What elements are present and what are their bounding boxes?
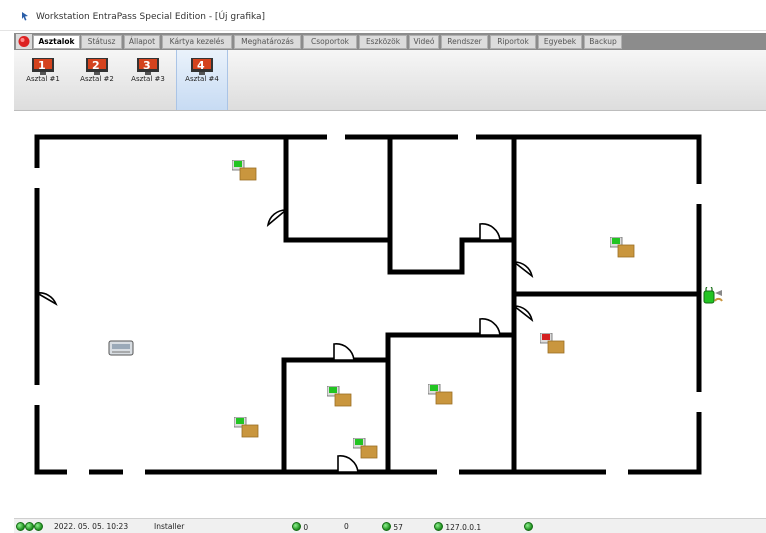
desktop-button-2[interactable]: 2 Asztal #2 bbox=[72, 50, 122, 110]
app-icon bbox=[22, 12, 28, 21]
tab-csoportok[interactable]: Csoportok bbox=[303, 35, 357, 49]
windows bbox=[34, 134, 702, 475]
door-status-icon[interactable] bbox=[428, 384, 454, 406]
tab-allapot[interactable]: Állapot bbox=[124, 35, 160, 49]
status-bar: 2022. 05. 05. 10:23 Installer 0 0 57 127… bbox=[14, 518, 766, 533]
desktop-1-icon: 1 bbox=[32, 58, 54, 75]
door-status-icon[interactable] bbox=[234, 417, 260, 439]
svg-text:3: 3 bbox=[143, 59, 151, 72]
led-icon bbox=[292, 522, 301, 531]
svg-text:1: 1 bbox=[38, 59, 46, 72]
title-bar: Workstation EntraPass Special Edition - … bbox=[0, 0, 766, 31]
tab-statusz[interactable]: Státusz bbox=[81, 35, 122, 49]
tab-kartya-kezeles[interactable]: Kártya kezelés bbox=[162, 35, 232, 49]
connection-leds bbox=[16, 522, 43, 532]
walls bbox=[34, 134, 702, 475]
floorplan-canvas[interactable] bbox=[14, 111, 766, 517]
svg-text:2: 2 bbox=[92, 59, 100, 72]
door-status-icon[interactable] bbox=[232, 160, 258, 182]
desktop-2-icon: 2 bbox=[86, 58, 108, 75]
desktop-2-label: Asztal #2 bbox=[80, 75, 114, 83]
led-icon bbox=[434, 522, 443, 531]
tab-eszkozok[interactable]: Eszközök bbox=[359, 35, 407, 49]
led-icon bbox=[524, 522, 533, 531]
svg-text:4: 4 bbox=[197, 59, 205, 72]
tab-rendszer[interactable]: Rendszer bbox=[441, 35, 488, 49]
desktop-3-icon: 3 bbox=[137, 58, 159, 75]
desktop-button-3[interactable]: 3 Asztal #3 bbox=[123, 50, 173, 110]
desktop-button-4[interactable]: 4 Asztal #4 bbox=[176, 50, 228, 110]
led-icon bbox=[34, 522, 43, 531]
door-status-icon[interactable] bbox=[610, 237, 636, 259]
led-icon bbox=[16, 522, 25, 531]
door-alarm-icon[interactable] bbox=[540, 333, 566, 355]
status-count-a: 0 bbox=[292, 522, 308, 532]
tab-asztalok[interactable]: Asztalok bbox=[33, 35, 80, 49]
door-status-icon[interactable] bbox=[327, 386, 353, 408]
desktop-button-1[interactable]: 1 Asztal #1 bbox=[18, 50, 68, 110]
desktop-4-label: Asztal #4 bbox=[185, 75, 219, 83]
status-ip-value: 127.0.0.1 bbox=[445, 523, 482, 532]
tab-riportok[interactable]: Riportok bbox=[490, 35, 536, 49]
status-user: Installer bbox=[154, 522, 185, 531]
tab-meghatarozas[interactable]: Meghatározás bbox=[234, 35, 301, 49]
tab-video[interactable]: Videó bbox=[409, 35, 439, 49]
status-datetime: 2022. 05. 05. 10:23 bbox=[54, 522, 129, 531]
status-count-c: 57 bbox=[382, 522, 403, 532]
tab-backup[interactable]: Backup bbox=[584, 35, 622, 49]
window-title: Workstation EntraPass Special Edition - … bbox=[36, 12, 266, 22]
door-status-icon[interactable] bbox=[353, 438, 379, 460]
status-ip: 127.0.0.1 bbox=[434, 522, 481, 532]
keypad-icon[interactable] bbox=[108, 339, 134, 357]
desktop-1-label: Asztal #1 bbox=[26, 75, 60, 83]
status-count-a-value: 0 bbox=[303, 523, 309, 532]
status-count-c-value: 57 bbox=[393, 523, 403, 532]
lock-icon[interactable] bbox=[702, 287, 726, 307]
led-icon bbox=[382, 522, 391, 531]
floorplan bbox=[34, 134, 702, 475]
status-count-b: 0 bbox=[344, 522, 349, 531]
app-menu-icon[interactable] bbox=[16, 34, 32, 49]
led-icon bbox=[25, 522, 34, 531]
desktop-4-icon: 4 bbox=[191, 58, 213, 75]
main-window: Workstation EntraPass Special Edition - … bbox=[0, 0, 766, 533]
tab-egyebek[interactable]: Egyebek bbox=[538, 35, 582, 49]
status-indicator bbox=[524, 522, 533, 532]
desktop-3-label: Asztal #3 bbox=[131, 75, 165, 83]
